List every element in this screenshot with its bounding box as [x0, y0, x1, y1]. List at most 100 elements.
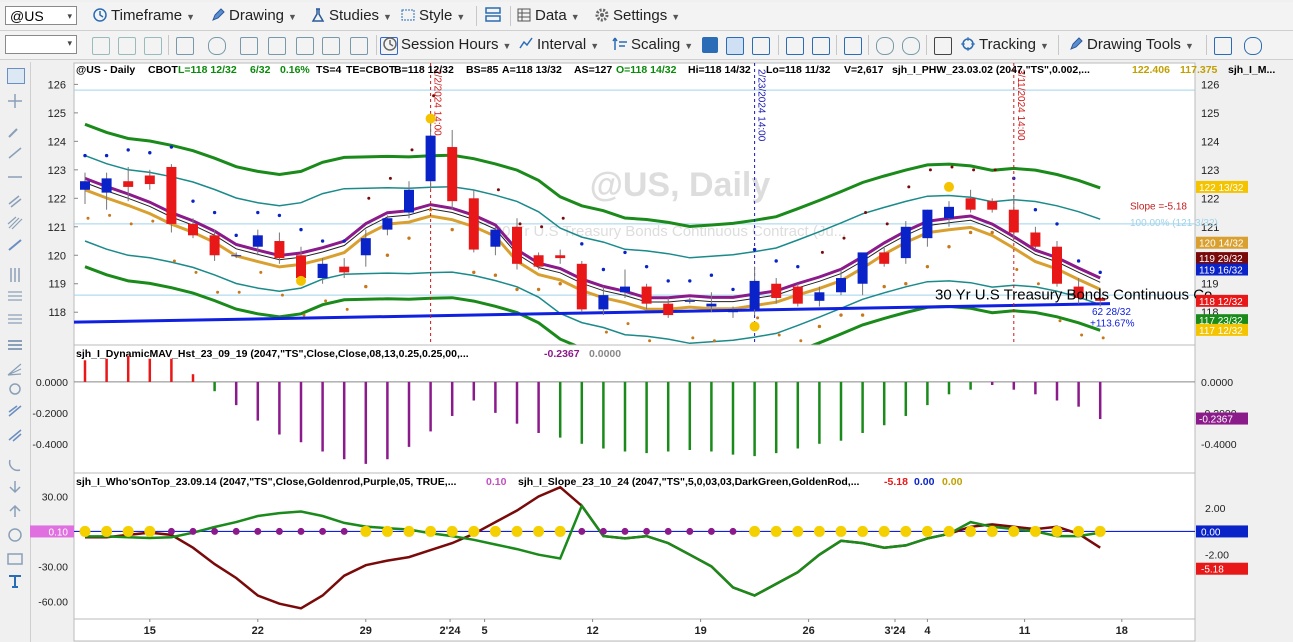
grid-icon[interactable] [934, 37, 952, 55]
trendline-tool-icon[interactable] [7, 146, 23, 160]
stop-dot [580, 242, 584, 246]
histogram-pane[interactable]: sjh_I_DynamicMAV_Hst_23_09_19 (2047,"TS"… [32, 344, 1248, 474]
layout-icon[interactable] [484, 6, 502, 26]
pointer-tool-icon[interactable] [7, 68, 25, 84]
oscillator-tick-left: -60.00 [38, 596, 68, 608]
interval-button[interactable]: Interval ▼ [518, 35, 599, 55]
signal-dot [367, 196, 371, 200]
gann-tool-icon[interactable] [7, 338, 23, 352]
layout-icon[interactable] [844, 37, 862, 55]
clock-icon[interactable] [208, 37, 226, 55]
scaling-button[interactable]: Scaling ▼ [612, 35, 693, 55]
tracking-button[interactable]: Tracking ▼ [960, 35, 1049, 55]
stop-dot [493, 273, 498, 277]
style-button[interactable]: Style ▼ [400, 6, 465, 26]
data-button[interactable]: Data ▼ [516, 6, 580, 26]
oscillator-gold-dot [403, 525, 415, 537]
stop-dot [860, 313, 865, 317]
stop-dot [1076, 259, 1081, 263]
header-study: sjh_I_PHW_23.03.02 (2047,"TS",0.002,... [892, 64, 1090, 76]
signal-dot [302, 313, 306, 317]
wrench-tool-icon[interactable] [7, 124, 23, 138]
ohlc-icon[interactable] [786, 37, 804, 55]
arrow-up-icon[interactable] [7, 504, 23, 518]
drawing-tools-label: Drawing Tools [1087, 36, 1181, 53]
rectangle-tool-icon[interactable] [7, 552, 23, 566]
session-hours-button[interactable]: Session Hours ▼ [382, 35, 511, 55]
candle-body [512, 226, 522, 264]
signal-dot [1080, 333, 1084, 337]
candle-body [447, 147, 458, 202]
chart-icon[interactable] [268, 37, 286, 55]
oscillator-purple-dot [729, 527, 737, 535]
time-tick-label: 22 [252, 625, 264, 637]
gear-icon[interactable] [322, 37, 340, 55]
zoom-out-icon[interactable] [902, 37, 920, 55]
zoom-in-icon[interactable] [876, 37, 894, 55]
chart-icon[interactable] [296, 37, 314, 55]
text-tool-icon[interactable] [7, 574, 23, 588]
zoom-reset-icon[interactable] [118, 37, 136, 55]
pitchfork-tool-icon[interactable] [7, 238, 23, 252]
spiral-tool-icon[interactable] [7, 382, 23, 396]
signal-dot [496, 188, 500, 192]
time-axis[interactable]: 15 22 29 2'24 5 12 19 26 3'24 4 11 18 [73, 618, 1196, 642]
fib-tool-icon[interactable] [7, 290, 23, 304]
stop-dot [472, 270, 476, 275]
signal-dot [324, 299, 328, 303]
settings-button[interactable]: Settings ▼ [594, 6, 680, 26]
histogram-tick: -0.2000 [32, 408, 68, 420]
candlestick-icon[interactable] [726, 37, 744, 55]
chart-toolbar: ▾ Session Hours ▼ Interval ▼ Scaling ▼ Trac… [0, 31, 1293, 60]
arc-tool-icon[interactable] [7, 458, 23, 472]
bar-chart-icon[interactable] [702, 37, 718, 53]
settings-label: Settings [613, 7, 668, 24]
oscillator-gold-dot [813, 525, 825, 537]
tracking-label: Tracking [979, 36, 1036, 53]
horizontal-line-icon[interactable] [7, 170, 23, 184]
candle-body [382, 218, 393, 230]
chart-icon[interactable] [240, 37, 258, 55]
oscillator-gold-dot [965, 525, 977, 537]
refresh-icon[interactable] [92, 37, 110, 55]
parallel-lines-icon[interactable] [7, 216, 23, 230]
signal-dot [864, 211, 868, 215]
drawing-button[interactable]: Drawing ▼ [210, 6, 297, 26]
speedometer-icon[interactable] [1244, 37, 1262, 55]
crosshair-tool-icon[interactable] [7, 94, 23, 108]
vertical-lines-icon[interactable] [7, 268, 23, 282]
stop-dot [407, 236, 411, 240]
candle-body [1052, 246, 1062, 284]
speed-lines-icon[interactable] [7, 362, 23, 376]
header-exchange: CBOT [148, 64, 178, 76]
search-icon[interactable] [176, 37, 194, 55]
pivot-marker [944, 181, 954, 192]
candle-body [771, 283, 782, 298]
drawing-tools-button[interactable]: Drawing Tools ▼ [1068, 35, 1194, 55]
studies-button[interactable]: Studies ▼ [310, 6, 392, 26]
workspace-select[interactable]: ▾ [5, 35, 77, 54]
candle-body [706, 303, 717, 307]
timeframe-button[interactable]: Timeframe ▼ [92, 6, 195, 26]
oscillator-pane[interactable]: sjh_I_Who'sOnTop_23.09.14 (2047,"TS",Clo… [30, 472, 1248, 620]
candle-body [533, 255, 544, 267]
gear-icon[interactable] [350, 37, 368, 55]
chart-area[interactable]: 126 126125 125124 124123 123122 122121 1211201… [30, 61, 1293, 642]
oscillator-right-label: 0.00 [1201, 527, 1221, 538]
ohlc-icon[interactable] [812, 37, 830, 55]
chart-analysis-icon[interactable] [1214, 37, 1232, 55]
oscillator-purple-dot [643, 527, 651, 535]
arrow-down-icon[interactable] [7, 480, 23, 494]
candlestick-hollow-icon[interactable] [752, 37, 770, 55]
symbol-input[interactable]: @US ▾ [5, 6, 77, 25]
triangle-tool-icon[interactable] [7, 428, 23, 442]
signal-dot [820, 250, 824, 254]
channel-tool-icon[interactable] [7, 194, 23, 208]
ellipse-tool-icon[interactable] [7, 528, 23, 542]
cycle-tool-icon[interactable] [7, 404, 23, 418]
signal-dot [388, 176, 392, 180]
candle-body [965, 198, 976, 210]
candle-body [555, 255, 566, 259]
fib-extension-icon[interactable] [7, 312, 23, 326]
page-icon[interactable] [144, 37, 162, 55]
